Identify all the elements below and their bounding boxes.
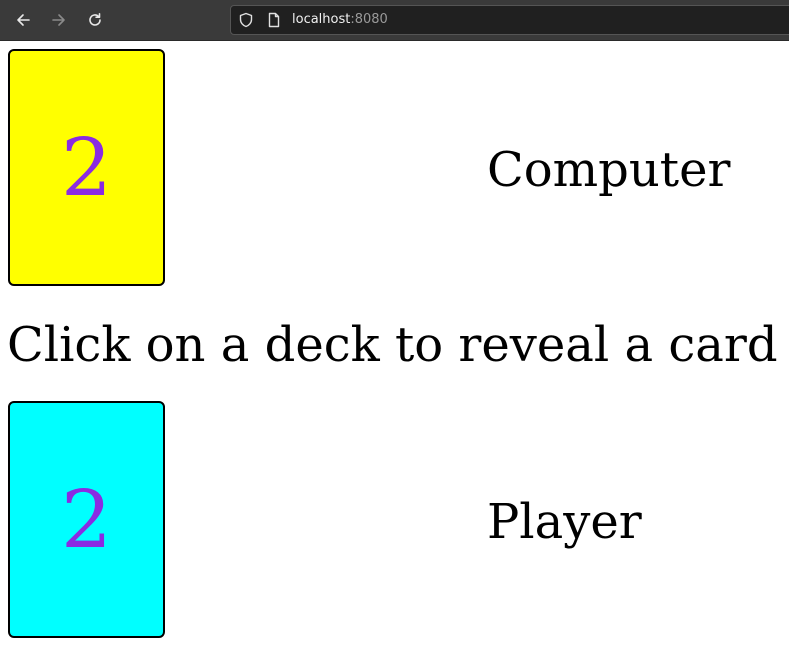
reload-button[interactable] <box>82 8 108 32</box>
reload-icon <box>89 13 101 26</box>
shield-icon[interactable] <box>238 12 254 28</box>
computer-card-value: 2 <box>61 120 112 214</box>
back-button[interactable] <box>10 8 36 32</box>
computer-label: Computer <box>487 142 731 198</box>
forward-button[interactable] <box>46 8 72 32</box>
url-host: localhost <box>292 12 351 27</box>
url-port: :8080 <box>350 12 388 27</box>
player-label: Player <box>487 494 642 550</box>
player-card-value: 2 <box>61 472 112 566</box>
browser-toolbar: localhost:8080 <box>0 0 789 41</box>
player-deck-card[interactable]: 2 <box>8 401 165 638</box>
page-icon <box>268 12 280 28</box>
computer-deck-card[interactable]: 2 <box>8 49 165 286</box>
arrow-left-icon <box>17 14 30 26</box>
instructions-text: Click on a deck to reveal a card <box>7 317 778 373</box>
address-bar[interactable]: localhost:8080 <box>230 5 789 35</box>
url-text[interactable]: localhost:8080 <box>292 12 388 28</box>
arrow-right-icon <box>52 14 65 26</box>
